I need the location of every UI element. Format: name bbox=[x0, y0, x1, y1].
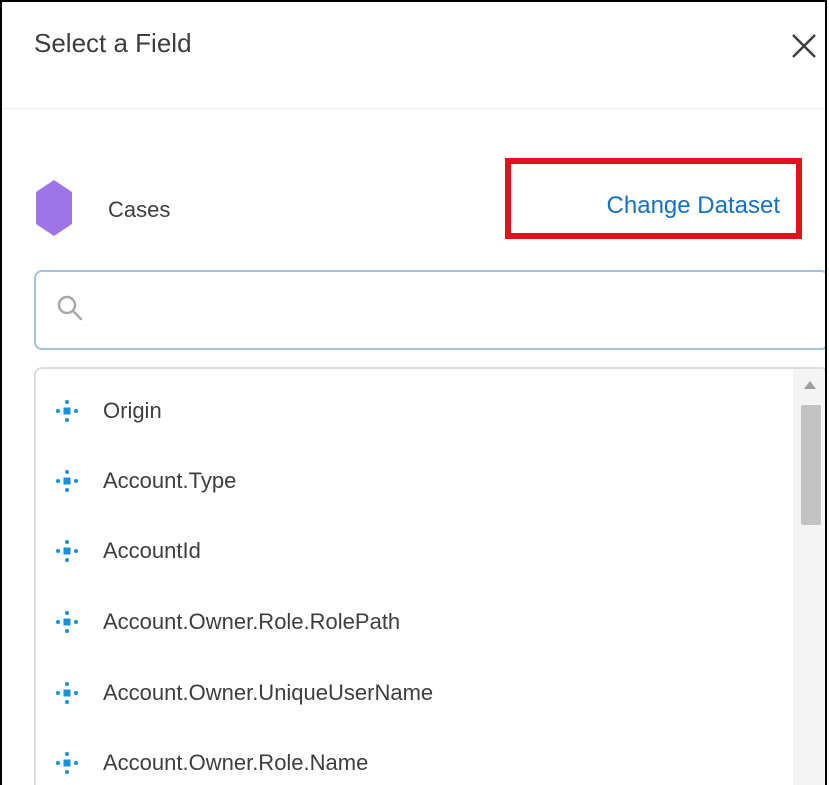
dimension-icon bbox=[56, 400, 78, 422]
search-box[interactable] bbox=[34, 270, 825, 350]
field-label: Account.Owner.Role.RolePath bbox=[103, 609, 401, 634]
dataset-name: Cases bbox=[108, 197, 171, 222]
field-label: Account.Owner.UniqueUserName bbox=[103, 680, 434, 705]
field-label: Account.Type bbox=[103, 468, 237, 493]
field-list: Origin Account.Type AccountId Account.Ow… bbox=[34, 367, 825, 785]
list-item[interactable]: AccountId bbox=[36, 516, 787, 586]
dimension-icon bbox=[56, 470, 78, 492]
header-divider bbox=[2, 108, 825, 109]
scroll-thumb[interactable] bbox=[801, 405, 821, 525]
close-icon[interactable] bbox=[788, 30, 820, 62]
search-icon bbox=[57, 295, 83, 321]
dimension-icon bbox=[56, 611, 78, 633]
list-item[interactable]: Account.Type bbox=[36, 446, 787, 516]
dimension-icon bbox=[56, 540, 78, 562]
list-item[interactable]: Account.Owner.UniqueUserName bbox=[36, 658, 787, 728]
dimension-icon bbox=[56, 682, 78, 704]
scroll-up-arrow-icon[interactable] bbox=[802, 379, 818, 391]
field-label: AccountId bbox=[103, 538, 201, 563]
list-item[interactable]: Account.Owner.Role.RolePath bbox=[36, 587, 787, 657]
change-dataset-link[interactable]: Change Dataset bbox=[607, 192, 780, 220]
field-label: Account.Owner.Role.Name bbox=[103, 750, 369, 775]
dialog-title: Select a Field bbox=[34, 28, 192, 58]
select-field-dialog: Select a Field Cases Change Dataset Orig… bbox=[0, 0, 827, 785]
dimension-icon bbox=[56, 752, 78, 774]
list-item[interactable]: Origin bbox=[36, 376, 787, 446]
field-label: Origin bbox=[103, 398, 162, 423]
dataset-hexagon-icon bbox=[36, 180, 72, 236]
list-item[interactable]: Account.Owner.Role.Name bbox=[36, 728, 787, 785]
scrollbar[interactable] bbox=[793, 369, 825, 785]
search-input[interactable] bbox=[96, 282, 800, 340]
